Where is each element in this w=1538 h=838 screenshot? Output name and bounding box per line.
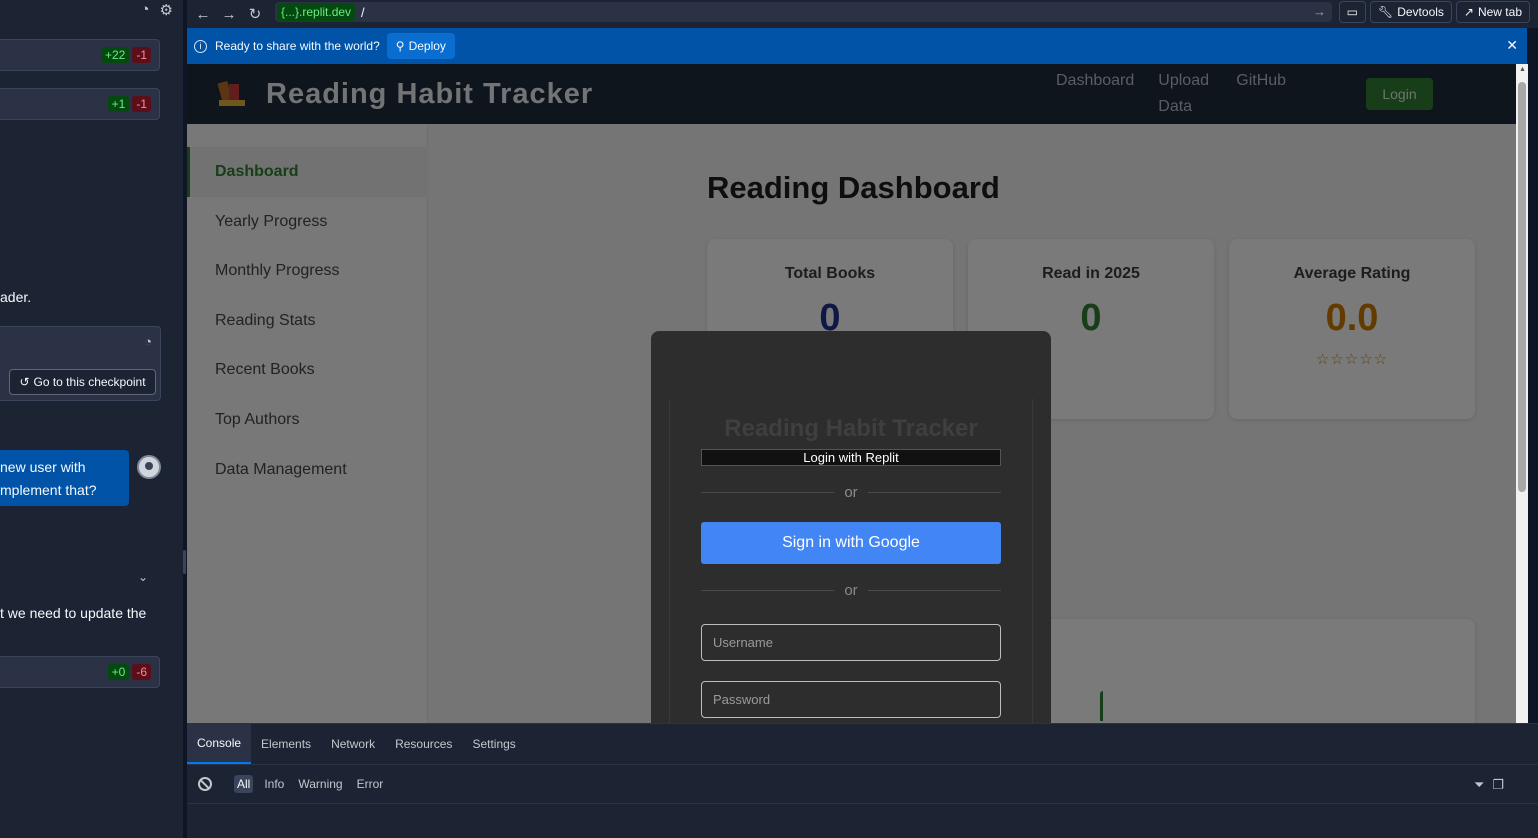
reload-icon[interactable]: ↻ bbox=[242, 3, 268, 25]
url-bar[interactable]: {...}.replit.dev / → bbox=[275, 2, 1332, 22]
user-message-bubble: new user with mplement that? bbox=[0, 450, 129, 506]
speedometer-icon[interactable]: ◔ bbox=[140, 1, 149, 19]
password-field[interactable]: Password bbox=[701, 681, 1001, 718]
new-tab-label: New tab bbox=[1477, 5, 1522, 19]
new-tab-button[interactable]: ↗ New tab bbox=[1455, 1, 1530, 23]
or-label: or bbox=[844, 484, 858, 501]
screen: ◔ ⚙ +22 -1 +1 -1 ader. ◔ ↺ Go to this ch… bbox=[0, 0, 1538, 838]
additions-badge: +0 bbox=[107, 664, 130, 680]
file-change-chip[interactable]: +0 -6 bbox=[0, 656, 160, 688]
scrollbar-thumb[interactable] bbox=[1518, 82, 1526, 492]
restore-icon: ↺ bbox=[19, 375, 30, 389]
url-path: / bbox=[361, 4, 365, 20]
deploy-label: Deploy bbox=[408, 39, 446, 53]
url-host: {...}.replit.dev bbox=[277, 3, 356, 21]
diff-stats: +1 -1 bbox=[107, 96, 151, 112]
scroll-up-icon[interactable]: ▲ bbox=[1519, 66, 1526, 73]
device-preview-button[interactable]: ▭ bbox=[1338, 1, 1366, 23]
tab-settings[interactable]: Settings bbox=[462, 724, 525, 764]
deploy-button[interactable]: ⚲ Deploy bbox=[386, 33, 455, 59]
webview-toolbar: ← → ↻ {...}.replit.dev / → ▭ 🔧︎ Devtools… bbox=[187, 0, 1538, 28]
tab-resources[interactable]: Resources bbox=[385, 724, 462, 764]
username-field[interactable]: Username bbox=[701, 624, 1001, 661]
login-modal: Reading Habit Tracker Login with Replit … bbox=[651, 331, 1051, 723]
additions-badge: +22 bbox=[100, 47, 130, 63]
user-message-line: new user with bbox=[0, 459, 86, 475]
login-with-replit-button[interactable]: Login with Replit bbox=[701, 449, 1001, 466]
info-icon: i bbox=[194, 39, 207, 53]
or-divider: or bbox=[701, 484, 1001, 501]
devtools-tabs: Console Elements Network Resources Setti… bbox=[187, 724, 526, 764]
filter-warning[interactable]: Warning bbox=[295, 775, 345, 793]
webview: Reading Habit Tracker Dashboard Upload D… bbox=[187, 64, 1516, 723]
filter-info[interactable]: Info bbox=[261, 775, 287, 793]
external-link-icon: ↗ bbox=[1463, 5, 1474, 19]
filter-all[interactable]: All bbox=[234, 775, 254, 793]
go-to-checkpoint-label: Go to this checkpoint bbox=[33, 375, 146, 389]
wrench-icon: 🔧︎ bbox=[1377, 5, 1394, 19]
deploy-banner: i Ready to share with the world? ⚲ Deplo… bbox=[187, 28, 1527, 64]
filter-error[interactable]: Error bbox=[354, 775, 387, 793]
resize-handle[interactable] bbox=[183, 550, 186, 574]
deletions-badge: -6 bbox=[132, 664, 151, 680]
close-icon[interactable]: ✕ bbox=[1506, 37, 1518, 54]
devtools-label: Devtools bbox=[1397, 5, 1444, 19]
console-filter-bar: All Info Warning Error ⏷ ❐ bbox=[187, 764, 1538, 804]
or-label: or bbox=[844, 582, 858, 599]
speedometer-icon: ◔ bbox=[144, 334, 152, 349]
deletions-badge: -1 bbox=[132, 96, 151, 112]
modal-title: Reading Habit Tracker bbox=[724, 415, 978, 442]
go-to-checkpoint-button[interactable]: ↺ Go to this checkpoint bbox=[9, 369, 156, 395]
copy-icon[interactable]: ❐ bbox=[1492, 777, 1504, 793]
webview-scrollbar[interactable]: ▲ bbox=[1516, 64, 1528, 723]
diff-stats: +22 -1 bbox=[100, 47, 151, 63]
user-message-line: mplement that? bbox=[0, 482, 97, 498]
devtools-button[interactable]: 🔧︎ Devtools bbox=[1369, 1, 1452, 23]
tab-elements[interactable]: Elements bbox=[251, 724, 321, 764]
gear-icon[interactable]: ⚙ bbox=[160, 1, 173, 19]
additions-badge: +1 bbox=[107, 96, 130, 112]
rocket-icon: ⚲ bbox=[395, 39, 405, 53]
checkpoint-card: ◔ ↺ Go to this checkpoint bbox=[0, 326, 161, 401]
or-divider: or bbox=[701, 582, 1001, 599]
sign-in-with-google-button[interactable]: Sign in with Google bbox=[701, 522, 1001, 564]
tab-console[interactable]: Console bbox=[187, 724, 252, 764]
chat-panel: ◔ ⚙ +22 -1 +1 -1 ader. ◔ ↺ Go to this ch… bbox=[0, 0, 183, 838]
chat-panel-toolbar: ◔ ⚙ bbox=[140, 1, 173, 19]
diff-stats: +0 -6 bbox=[107, 664, 151, 680]
clear-console-icon[interactable] bbox=[198, 777, 212, 791]
toolbar-actions: ▭ 🔧︎ Devtools ↗ New tab bbox=[1338, 1, 1530, 23]
chevron-down-icon[interactable]: ⌄ bbox=[138, 570, 148, 584]
devtools-panel: Console Elements Network Resources Setti… bbox=[187, 723, 1538, 838]
banner-message: Ready to share with the world? bbox=[215, 39, 380, 53]
monitor-icon: ▭ bbox=[1346, 5, 1358, 19]
agent-message-text: ader. bbox=[0, 289, 32, 305]
forward-arrow-icon[interactable]: → bbox=[216, 3, 242, 25]
deletions-badge: -1 bbox=[132, 47, 151, 63]
file-change-chip[interactable]: +1 -1 bbox=[0, 88, 160, 120]
filter-icon[interactable]: ⏷ bbox=[1474, 777, 1484, 793]
tab-network[interactable]: Network bbox=[321, 724, 385, 764]
console-actions: ⏷ ❐ bbox=[1474, 777, 1504, 793]
back-arrow-icon[interactable]: ← bbox=[190, 3, 216, 25]
agent-message-text: t we need to update the bbox=[0, 605, 147, 621]
avatar bbox=[137, 455, 161, 479]
go-arrow-icon[interactable]: → bbox=[1313, 4, 1326, 19]
file-change-chip[interactable]: +22 -1 bbox=[0, 39, 160, 71]
